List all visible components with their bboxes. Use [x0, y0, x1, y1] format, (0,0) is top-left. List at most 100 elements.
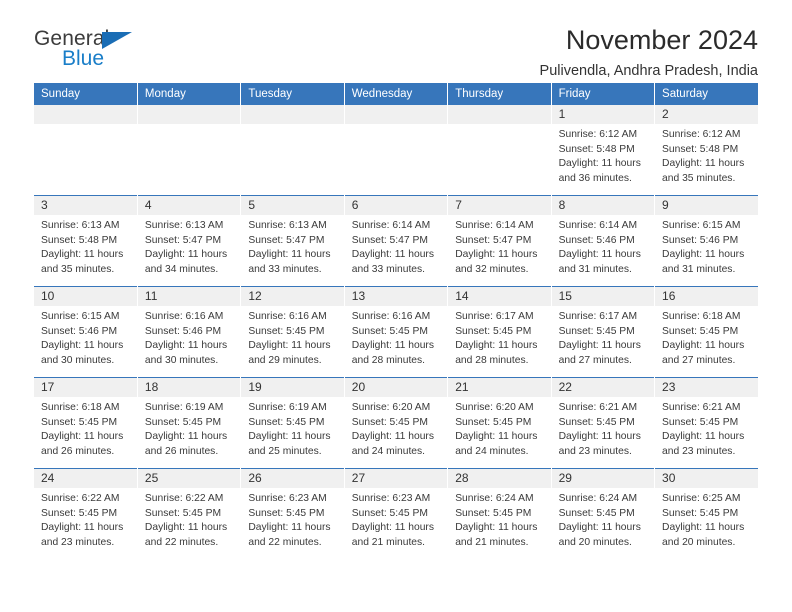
day-cell-inner: 11 Sunrise: 6:16 AM Sunset: 5:46 PM Dayligh…: [137, 287, 241, 377]
calendar-day-cell[interactable]: 1 Sunrise: 6:12 AM Sunset: 5:48 PM Daylight…: [551, 105, 656, 196]
calendar-day-cell[interactable]: 16 Sunrise: 6:18 AM Sunset: 5:45 PM Dayligh…: [654, 286, 758, 378]
day-details: Sunrise: 6:13 AM Sunset: 5:48 PM Daylight:…: [34, 215, 137, 277]
daylight-duration-line2: and 27 minutes.: [558, 354, 632, 366]
sunset-time: Sunset: 5:45 PM: [662, 325, 739, 337]
sunset-time: Sunset: 5:45 PM: [248, 416, 325, 428]
sunset-time: Sunset: 5:45 PM: [558, 507, 635, 519]
calendar-day-cell[interactable]: 23 Sunrise: 6:21 AM Sunset: 5:45 PM Dayligh…: [654, 377, 758, 469]
daylight-duration-line2: and 34 minutes.: [144, 263, 219, 275]
sunset-time: Sunset: 5:45 PM: [248, 325, 325, 337]
day-details: Sunrise: 6:20 AM Sunset: 5:45 PM Daylight:…: [345, 397, 447, 459]
calendar-day-cell[interactable]: 19 Sunrise: 6:19 AM Sunset: 5:45 PM Dayligh…: [240, 377, 345, 469]
calendar-day-cell[interactable]: 30 Sunrise: 6:25 AM Sunset: 5:45 PM Dayligh…: [654, 468, 758, 559]
daylight-duration-line1: Daylight: 11 hours: [662, 249, 745, 261]
calendar-day-cell[interactable]: 6 Sunrise: 6:14 AM Sunset: 5:47 PM Daylight…: [344, 195, 449, 287]
day-details: Sunrise: 6:15 AM Sunset: 5:46 PM Daylight:…: [34, 306, 137, 368]
daylight-duration-line2: and 35 minutes.: [662, 172, 736, 184]
day-details: Sunrise: 6:12 AM Sunset: 5:48 PM Daylight:…: [655, 124, 758, 186]
calendar-day-cell: [240, 105, 345, 196]
day-cell-inner: 18 Sunrise: 6:19 AM Sunset: 5:45 PM Dayligh…: [137, 378, 241, 468]
day-number: 17: [34, 378, 137, 397]
day-details: Sunrise: 6:12 AM Sunset: 5:48 PM Daylight:…: [552, 124, 654, 186]
calendar-day-cell[interactable]: 27 Sunrise: 6:23 AM Sunset: 5:45 PM Dayligh…: [344, 468, 449, 559]
day-number: 10: [34, 287, 137, 306]
day-cell-inner: 3 Sunrise: 6:13 AM Sunset: 5:48 PM Daylight…: [34, 196, 137, 286]
sunset-time: Sunset: 5:45 PM: [558, 325, 635, 337]
day-details: Sunrise: 6:15 AM Sunset: 5:46 PM Daylight:…: [655, 215, 758, 277]
day-cell-inner: [344, 105, 448, 195]
calendar-day-cell[interactable]: 28 Sunrise: 6:24 AM Sunset: 5:45 PM Dayligh…: [447, 468, 552, 559]
day-details: Sunrise: 6:24 AM Sunset: 5:45 PM Daylight:…: [552, 488, 654, 550]
weekday-header-sunday: Sunday: [34, 83, 138, 105]
general-blue-logo[interactable]: General Blue: [34, 26, 144, 72]
day-number: 13: [344, 287, 448, 306]
sunset-time: Sunset: 5:47 PM: [351, 234, 428, 246]
daylight-duration-line2: and 23 minutes.: [41, 536, 115, 548]
daylight-duration-line1: Daylight: 11 hours: [558, 158, 641, 170]
day-number: 9: [655, 196, 758, 215]
calendar-day-cell[interactable]: 25 Sunrise: 6:22 AM Sunset: 5:45 PM Dayligh…: [137, 468, 242, 559]
calendar-day-cell[interactable]: 3 Sunrise: 6:13 AM Sunset: 5:48 PM Daylight…: [34, 195, 138, 287]
calendar-day-cell: [137, 105, 242, 196]
sunrise-time: Sunrise: 6:24 AM: [455, 493, 534, 504]
day-details: Sunrise: 6:19 AM Sunset: 5:45 PM Daylight:…: [138, 397, 240, 459]
calendar-day-cell: [344, 105, 449, 196]
sunset-time: Sunset: 5:47 PM: [455, 234, 532, 246]
day-number: 11: [137, 287, 241, 306]
day-cell-inner: [34, 105, 137, 195]
calendar-day-cell[interactable]: 4 Sunrise: 6:13 AM Sunset: 5:47 PM Daylight…: [137, 195, 242, 287]
calendar-day-cell[interactable]: 26 Sunrise: 6:23 AM Sunset: 5:45 PM Dayligh…: [240, 468, 345, 559]
calendar-day-cell[interactable]: 5 Sunrise: 6:13 AM Sunset: 5:47 PM Daylight…: [240, 195, 345, 287]
calendar-day-cell[interactable]: 2 Sunrise: 6:12 AM Sunset: 5:48 PM Daylight…: [654, 105, 758, 196]
daylight-duration-line2: and 23 minutes.: [558, 445, 632, 457]
day-number: 24: [34, 469, 137, 488]
sunrise-time: Sunrise: 6:12 AM: [662, 129, 741, 140]
calendar-day-cell[interactable]: 10 Sunrise: 6:15 AM Sunset: 5:46 PM Dayligh…: [34, 286, 138, 378]
calendar-day-cell[interactable]: 8 Sunrise: 6:14 AM Sunset: 5:46 PM Daylight…: [551, 195, 656, 287]
daylight-duration-line1: Daylight: 11 hours: [41, 249, 124, 261]
calendar-day-cell[interactable]: 15 Sunrise: 6:17 AM Sunset: 5:45 PM Dayligh…: [551, 286, 656, 378]
day-cell-inner: 19 Sunrise: 6:19 AM Sunset: 5:45 PM Dayligh…: [241, 378, 344, 468]
sunset-time: Sunset: 5:45 PM: [351, 416, 428, 428]
calendar-day-cell[interactable]: 22 Sunrise: 6:21 AM Sunset: 5:45 PM Dayligh…: [551, 377, 656, 469]
sunset-time: Sunset: 5:45 PM: [662, 507, 739, 519]
day-number: 29: [551, 469, 655, 488]
calendar-day-cell[interactable]: 17 Sunrise: 6:18 AM Sunset: 5:45 PM Dayligh…: [34, 377, 138, 469]
day-details: Sunrise: 6:21 AM Sunset: 5:45 PM Daylight:…: [655, 397, 758, 459]
calendar-day-cell[interactable]: 24 Sunrise: 6:22 AM Sunset: 5:45 PM Dayligh…: [34, 468, 138, 559]
sunrise-time: Sunrise: 6:17 AM: [455, 311, 534, 322]
calendar-day-cell[interactable]: 7 Sunrise: 6:14 AM Sunset: 5:47 PM Daylight…: [447, 195, 552, 287]
sunrise-time: Sunrise: 6:19 AM: [248, 402, 327, 413]
daylight-duration-line1: Daylight: 11 hours: [41, 431, 124, 443]
calendar-day-cell[interactable]: 20 Sunrise: 6:20 AM Sunset: 5:45 PM Dayligh…: [344, 377, 449, 469]
calendar-day-cell[interactable]: 13 Sunrise: 6:16 AM Sunset: 5:45 PM Dayligh…: [344, 286, 449, 378]
daylight-duration-line1: Daylight: 11 hours: [455, 249, 538, 261]
sunset-time: Sunset: 5:45 PM: [455, 325, 532, 337]
calendar-week-row: 17 Sunrise: 6:18 AM Sunset: 5:45 PM Dayligh…: [34, 377, 758, 469]
calendar-day-cell[interactable]: 14 Sunrise: 6:17 AM Sunset: 5:45 PM Dayligh…: [447, 286, 552, 378]
daylight-duration-line2: and 26 minutes.: [144, 445, 219, 457]
daylight-duration-line1: Daylight: 11 hours: [41, 522, 124, 534]
day-number: [344, 105, 448, 124]
day-number: 26: [241, 469, 344, 488]
calendar-day-cell[interactable]: 9 Sunrise: 6:15 AM Sunset: 5:46 PM Daylight…: [654, 195, 758, 287]
daylight-duration-line1: Daylight: 11 hours: [144, 249, 228, 261]
sunset-time: Sunset: 5:45 PM: [558, 416, 635, 428]
day-details: Sunrise: 6:18 AM Sunset: 5:45 PM Daylight:…: [655, 306, 758, 368]
calendar-day-cell[interactable]: 21 Sunrise: 6:20 AM Sunset: 5:45 PM Dayligh…: [447, 377, 552, 469]
calendar-day-cell[interactable]: 18 Sunrise: 6:19 AM Sunset: 5:45 PM Dayligh…: [137, 377, 242, 469]
day-details: Sunrise: 6:16 AM Sunset: 5:46 PM Daylight:…: [138, 306, 240, 368]
sunset-time: Sunset: 5:45 PM: [41, 416, 118, 428]
daylight-duration-line1: Daylight: 11 hours: [558, 431, 641, 443]
daylight-duration-line2: and 24 minutes.: [351, 445, 426, 457]
calendar-day-cell[interactable]: 12 Sunrise: 6:16 AM Sunset: 5:45 PM Dayligh…: [240, 286, 345, 378]
calendar-day-cell[interactable]: 29 Sunrise: 6:24 AM Sunset: 5:45 PM Dayligh…: [551, 468, 656, 559]
day-cell-inner: 13 Sunrise: 6:16 AM Sunset: 5:45 PM Dayligh…: [344, 287, 448, 377]
sunset-time: Sunset: 5:47 PM: [248, 234, 325, 246]
calendar-day-cell[interactable]: 11 Sunrise: 6:16 AM Sunset: 5:46 PM Dayligh…: [137, 286, 242, 378]
day-number: 12: [241, 287, 344, 306]
daylight-duration-line1: Daylight: 11 hours: [144, 340, 228, 352]
day-cell-inner: 14 Sunrise: 6:17 AM Sunset: 5:45 PM Dayligh…: [448, 287, 551, 377]
day-cell-inner: 29 Sunrise: 6:24 AM Sunset: 5:45 PM Dayligh…: [551, 469, 655, 559]
day-number: 15: [551, 287, 655, 306]
